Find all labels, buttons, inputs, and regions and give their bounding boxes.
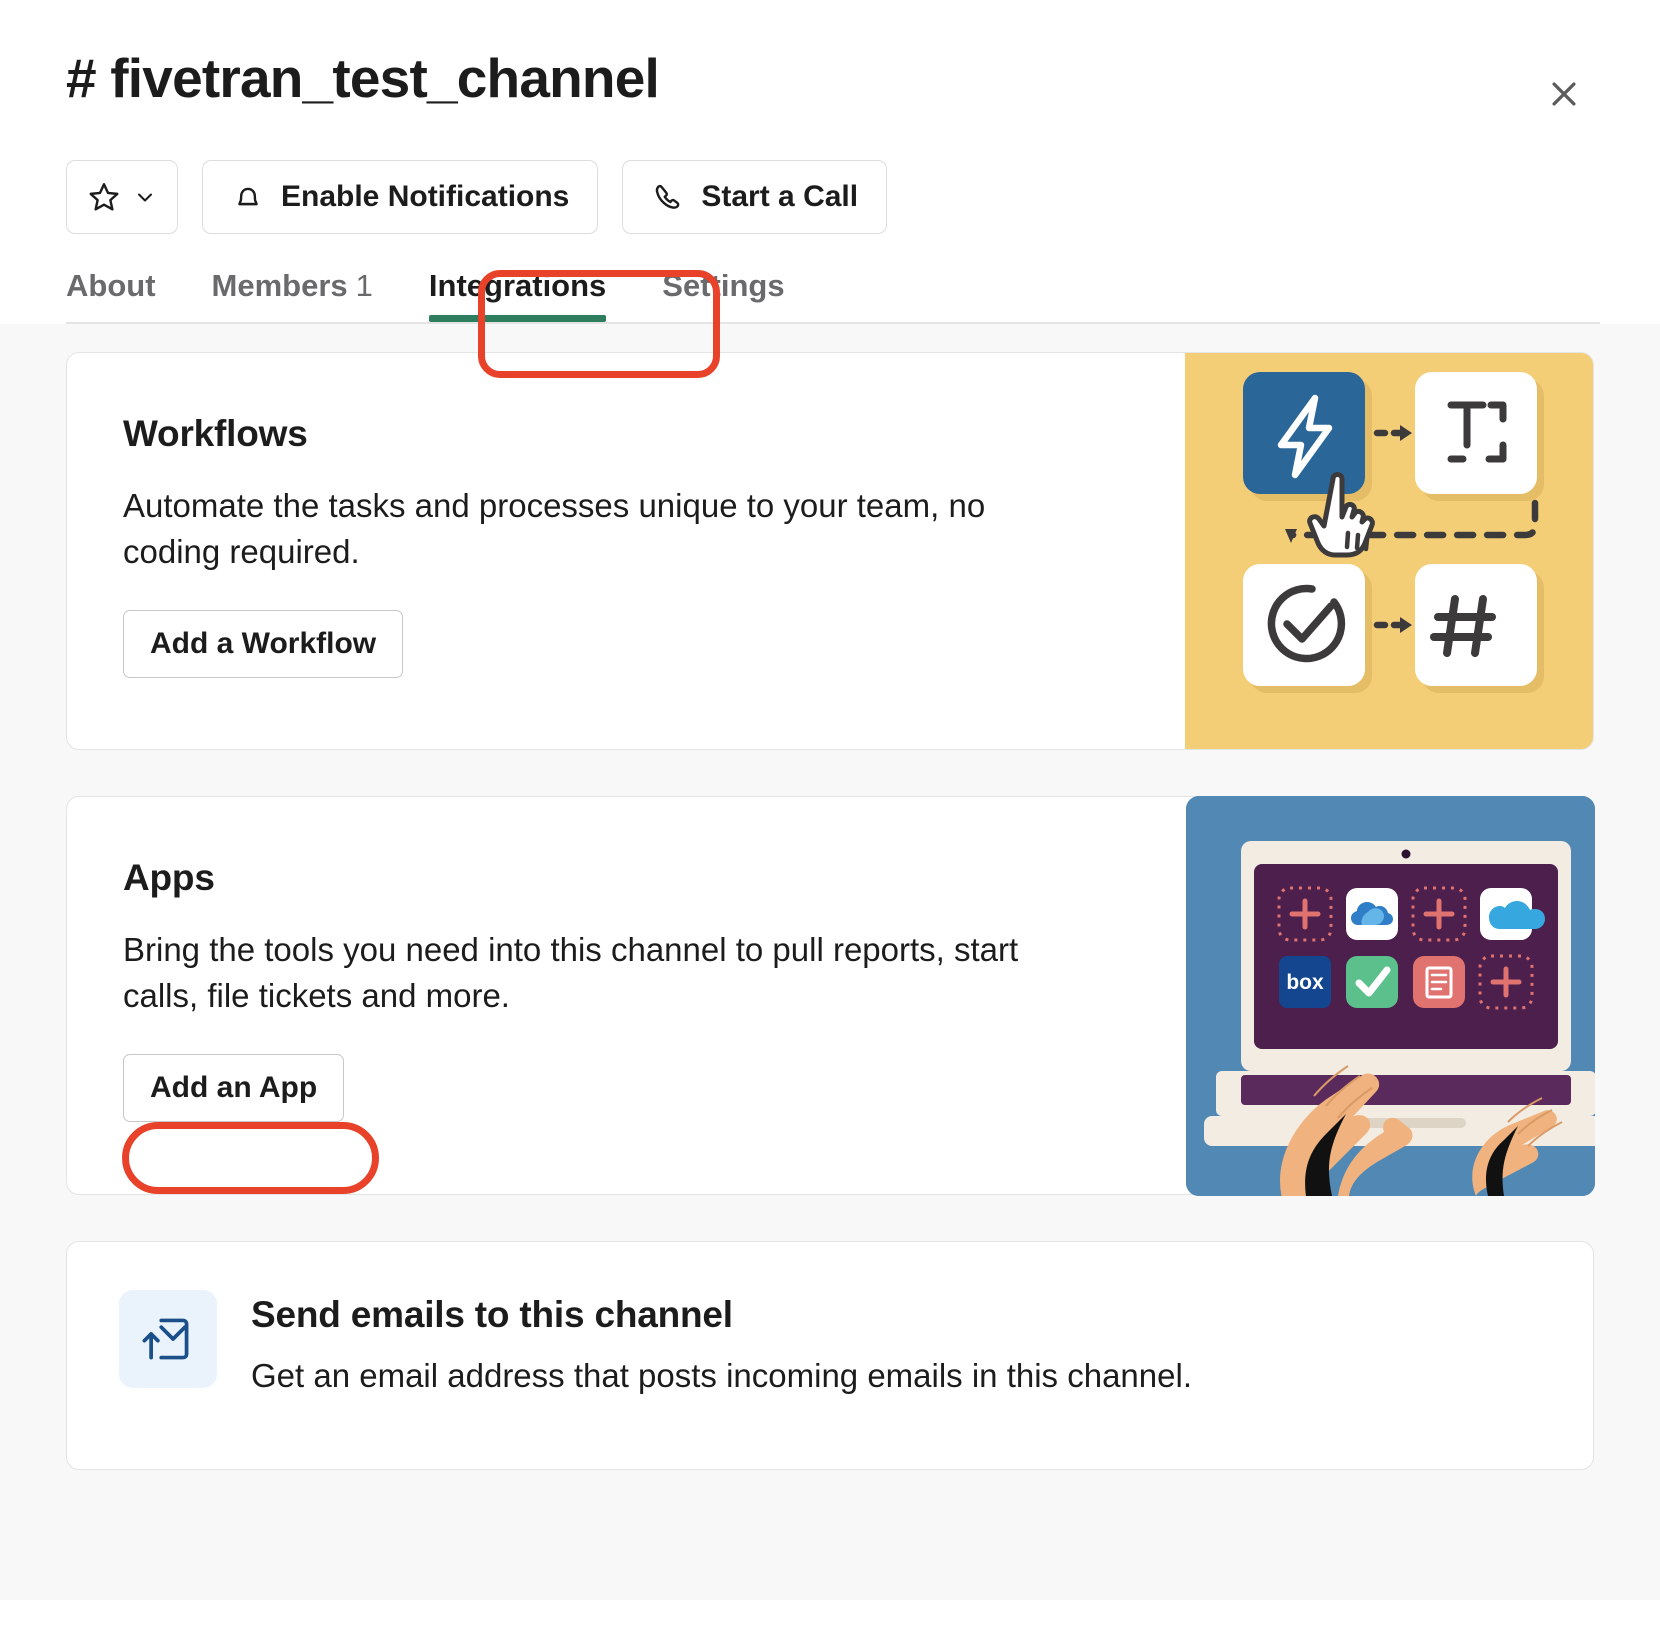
- send-emails-text: Send emails to this channel Get an email…: [251, 1290, 1192, 1399]
- bell-icon: [231, 180, 265, 214]
- tab-settings[interactable]: Settings: [634, 268, 812, 322]
- apps-description: Bring the tools you need into this chann…: [123, 931, 1019, 1014]
- phone-icon: [651, 180, 685, 214]
- channel-details-panel: # fivetran_test_channel Enable Notificat…: [0, 0, 1660, 1638]
- chevron-down-icon: [133, 185, 157, 209]
- tabs-divider: [66, 322, 1600, 324]
- apps-card-text: Apps Bring the tools you need into this …: [67, 797, 1186, 1194]
- tab-members-count: 1: [355, 268, 373, 303]
- send-emails-card[interactable]: Send emails to this channel Get an email…: [66, 1241, 1594, 1470]
- enable-notifications-button[interactable]: Enable Notifications: [202, 160, 599, 234]
- close-button[interactable]: [1536, 66, 1592, 122]
- enable-notifications-label: Enable Notifications: [281, 180, 570, 213]
- page-title: # fivetran_test_channel: [66, 47, 660, 109]
- channel-tabs: About Members 1 Integrations Settings: [66, 268, 1600, 322]
- apps-title: Apps: [123, 857, 215, 898]
- title-row: # fivetran_test_channel: [66, 48, 1600, 122]
- start-a-call-label: Start a Call: [701, 180, 859, 213]
- add-an-app-button[interactable]: Add an App: [123, 1054, 345, 1123]
- workflows-description: Automate the tasks and processes unique …: [123, 487, 986, 570]
- workflows-title: Workflows: [123, 413, 308, 454]
- tab-integrations[interactable]: Integrations: [401, 268, 634, 322]
- close-icon: [1547, 77, 1581, 111]
- svg-text:box: box: [1286, 971, 1324, 994]
- laptop-apps-illustration: box: [1185, 795, 1595, 1196]
- star-channel-button[interactable]: [66, 160, 178, 234]
- channel-name: fivetran_test_channel: [110, 47, 660, 109]
- workflows-card-text: Workflows Automate the tasks and process…: [67, 353, 1185, 749]
- tab-members-label: Members: [211, 268, 348, 303]
- tab-settings-label: Settings: [662, 268, 785, 303]
- channel-hash-prefix: #: [66, 47, 97, 109]
- send-emails-title: Send emails to this channel: [251, 1294, 733, 1335]
- apps-card: Apps Bring the tools you need into this …: [66, 795, 1595, 1196]
- workflow-builder-illustration: [1185, 353, 1593, 749]
- start-a-call-button[interactable]: Start a Call: [622, 160, 888, 234]
- send-emails-description: Get an email address that posts incoming…: [251, 1357, 1192, 1394]
- email-forward-icon: [119, 1290, 217, 1388]
- tab-about[interactable]: About: [66, 268, 184, 322]
- panel-header: # fivetran_test_channel Enable Notificat…: [0, 0, 1660, 324]
- star-icon: [87, 180, 121, 214]
- add-a-workflow-button[interactable]: Add a Workflow: [123, 610, 404, 679]
- integrations-content: Workflows Automate the tasks and process…: [0, 324, 1660, 1600]
- tab-about-label: About: [66, 268, 156, 303]
- tab-integrations-label: Integrations: [428, 268, 607, 303]
- workflows-card: Workflows Automate the tasks and process…: [66, 352, 1594, 750]
- tab-members[interactable]: Members 1: [184, 268, 401, 322]
- channel-action-buttons: Enable Notifications Start a Call: [66, 160, 1600, 234]
